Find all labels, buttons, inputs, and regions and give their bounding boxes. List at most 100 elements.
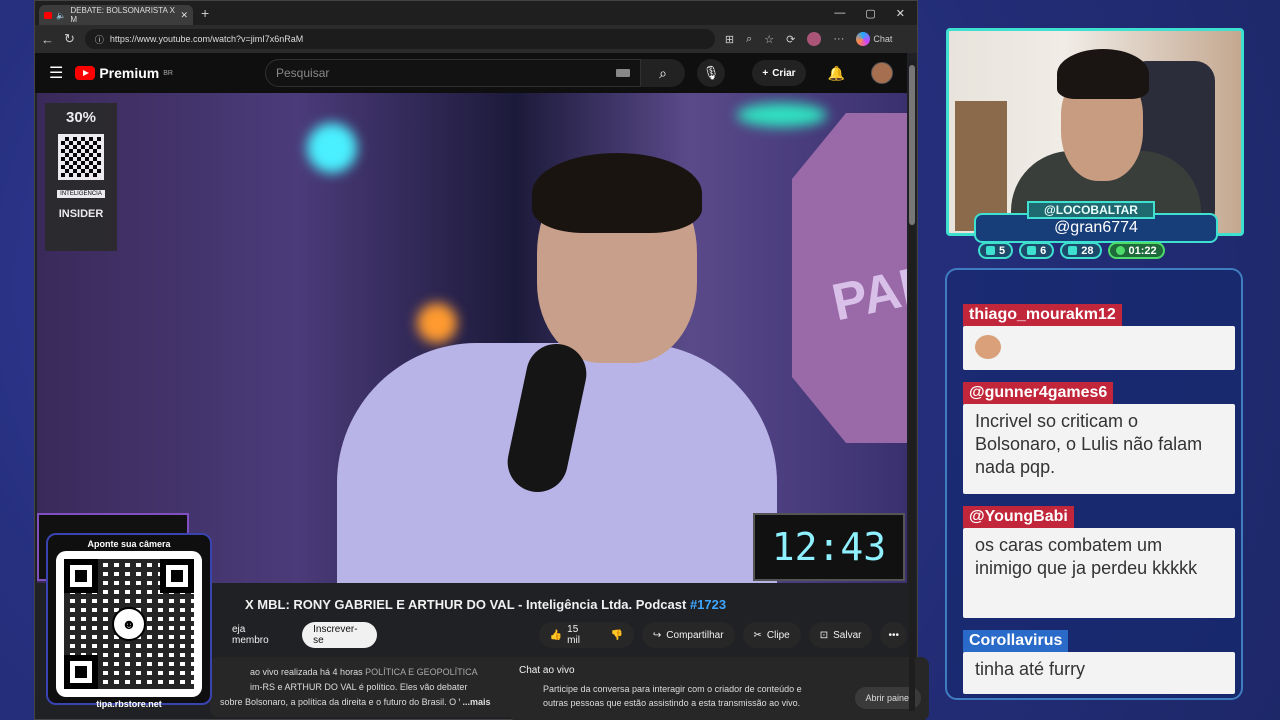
join-button[interactable]: eja membro xyxy=(210,622,294,648)
extensions-icon[interactable]: ⟳ xyxy=(786,33,795,46)
like-count: 15 mil xyxy=(567,624,580,646)
ad-qr-code xyxy=(58,134,104,180)
info-icon: ⓘ xyxy=(94,34,104,45)
save-label: Salvar xyxy=(833,629,862,641)
share-label: Compartilhar xyxy=(666,629,724,641)
close-tab-icon[interactable]: ✕ xyxy=(180,10,188,21)
ad-brand: INTELIGENCIA xyxy=(57,190,105,198)
video-player[interactable]: PAR 30% INTELIGENCIA INSIDER 12:43 xyxy=(37,93,907,583)
search-icon: ⌕ xyxy=(659,64,667,81)
video-title: X MBL: RONY GABRIEL E ARTHUR DO VAL - In… xyxy=(245,597,726,612)
minimize-icon[interactable]: — xyxy=(834,7,845,20)
video-actions: eja membro Inscrever-se 👍 15 mil 👎 ↪ Com… xyxy=(210,621,907,649)
copilot-icon xyxy=(856,32,871,46)
chat-message: Corollavirus tinha até furry xyxy=(963,630,1235,694)
ad-discount: 30% xyxy=(65,109,97,126)
zoom-icon[interactable]: ⌕ xyxy=(746,33,752,46)
back-icon[interactable]: ← xyxy=(41,32,54,47)
episode-hashtag[interactable]: #1723 xyxy=(690,597,726,612)
favorite-icon[interactable]: ☆ xyxy=(764,33,774,46)
live-chat-text: Participe da conversa para interagir com… xyxy=(543,684,802,708)
chat-bubble xyxy=(963,326,1235,370)
clip-button[interactable]: ✂ Clipe xyxy=(742,622,801,648)
description-tags: POLÍTICA E GEOPOLÍTICA xyxy=(365,667,478,677)
keyboard-icon[interactable] xyxy=(616,69,630,77)
teal-light xyxy=(737,103,827,127)
bookmark-icon: ⊡ xyxy=(819,629,829,641)
browser-tab[interactable]: 🔈 DEBATE: BOLSONARISTA X M ✕ xyxy=(39,5,193,25)
page-scrollbar[interactable] xyxy=(909,61,915,711)
new-tab-button[interactable]: + xyxy=(201,5,209,21)
create-button[interactable]: + Criar xyxy=(752,60,806,86)
more-dots-icon: ••• xyxy=(888,629,899,641)
timer-icon xyxy=(1115,246,1125,255)
subscribe-label: Inscrever-se xyxy=(313,624,358,646)
youtube-play-icon xyxy=(75,66,96,80)
notifications-bell-icon[interactable]: 🔔 xyxy=(828,65,845,82)
stream-chat-panel: thiago_mourakm12 @gunner4games6 Incrivel… xyxy=(945,268,1243,700)
speaker-icon: 🔈 xyxy=(56,10,67,20)
profile-avatar[interactable] xyxy=(807,32,822,46)
twitch-icon xyxy=(986,246,995,255)
viewer-stats: 5 6 28 01:22 xyxy=(978,242,1165,259)
scrollbar-thumb[interactable] xyxy=(909,65,915,225)
stop-sign-text: PAR xyxy=(827,253,907,333)
more-link[interactable]: ...mais xyxy=(463,697,491,707)
url-field[interactable]: ⓘ https://www.youtube.com/watch?v=jimI7x… xyxy=(84,29,715,49)
sponsor-ad: 30% INTELIGENCIA INSIDER xyxy=(45,103,117,251)
address-bar-row: ← ↻ ⓘ https://www.youtube.com/watch?v=ji… xyxy=(35,25,917,53)
thumbs-down-icon[interactable]: 👎 xyxy=(610,630,622,641)
logo-text: Premium xyxy=(99,65,160,81)
timer-stat: 01:22 xyxy=(1107,242,1165,259)
description-box[interactable]: ao vivo realizada há 4 horas POLÍTICA E … xyxy=(210,657,530,717)
live-chat-box: Chat ao vivo Participe da conversa para … xyxy=(509,657,929,720)
more-icon[interactable]: ··· xyxy=(833,33,844,45)
share-icon: ↪ xyxy=(652,629,662,641)
copilot-chat-button[interactable]: Chat xyxy=(856,32,892,46)
subscribe-button[interactable]: Inscrever-se xyxy=(302,622,378,648)
youtube-icon xyxy=(1027,246,1037,255)
like-button[interactable]: 👍 15 mil 👎 xyxy=(538,622,634,648)
region-label: BR xyxy=(163,69,173,77)
video-title-text: X MBL: RONY GABRIEL E ARTHUR DO VAL - In… xyxy=(245,597,690,612)
scissors-icon: ✂ xyxy=(753,629,762,641)
live-chat-header: Chat ao vivo xyxy=(519,665,575,676)
chat-message: @YoungBabi os caras combatem um inimigo … xyxy=(963,506,1235,618)
chat-username: @gunner4games6 xyxy=(963,382,1114,404)
search-input[interactable]: Pesquisar xyxy=(265,59,641,87)
chat-label: Chat xyxy=(873,34,893,44)
close-window-icon[interactable]: ✕ xyxy=(896,7,905,20)
share-button[interactable]: ↪ Compartilhar xyxy=(641,622,735,648)
voice-search-button[interactable]: 🎙 xyxy=(697,59,725,87)
reader-icon[interactable]: ⊞ xyxy=(725,33,734,46)
chat-bubble: Incrivel so criticam o Bolsonaro, o Luli… xyxy=(963,404,1235,494)
join-label: eja membro xyxy=(232,624,269,646)
youtube-favicon-icon xyxy=(44,11,53,19)
create-label: Criar xyxy=(772,67,796,79)
chat-username: Corollavirus xyxy=(963,630,1069,652)
hamburger-menu-icon[interactable]: ☰ xyxy=(49,63,63,83)
qr-url: tipa.rbstore.net xyxy=(96,699,162,709)
streamer-handle: @LOCOBALTAR xyxy=(1027,201,1155,219)
emote-icon xyxy=(975,335,1001,359)
youtube-logo[interactable]: Premium BR xyxy=(75,65,173,81)
maximize-icon[interactable]: ▢ xyxy=(865,7,875,20)
save-button[interactable]: ⊡ Salvar xyxy=(808,622,873,648)
studio-clock: 12:43 xyxy=(753,513,905,581)
chat-message: thiago_mourakm12 xyxy=(963,304,1235,370)
search-placeholder: Pesquisar xyxy=(276,66,330,80)
reload-icon[interactable]: ↻ xyxy=(64,31,75,47)
microphone-icon: 🎙 xyxy=(702,65,720,80)
youtube-stat: 6 xyxy=(1019,242,1055,259)
brain-head-icon: ☻ xyxy=(112,607,146,641)
chat-message: @gunner4games6 Incrivel so criticam o Bo… xyxy=(963,382,1235,494)
chat-username: thiago_mourakm12 xyxy=(963,304,1122,326)
open-panel-label: Abrir painel xyxy=(865,693,911,703)
kick-icon xyxy=(1068,246,1078,255)
more-actions-button[interactable]: ••• xyxy=(880,622,907,648)
search-button[interactable]: ⌕ xyxy=(641,59,685,87)
user-avatar[interactable] xyxy=(871,62,893,84)
clip-label: Clipe xyxy=(766,629,790,641)
thumbs-up-icon: 👍 xyxy=(549,629,563,641)
description-meta: ao vivo realizada há 4 horas xyxy=(250,667,363,677)
